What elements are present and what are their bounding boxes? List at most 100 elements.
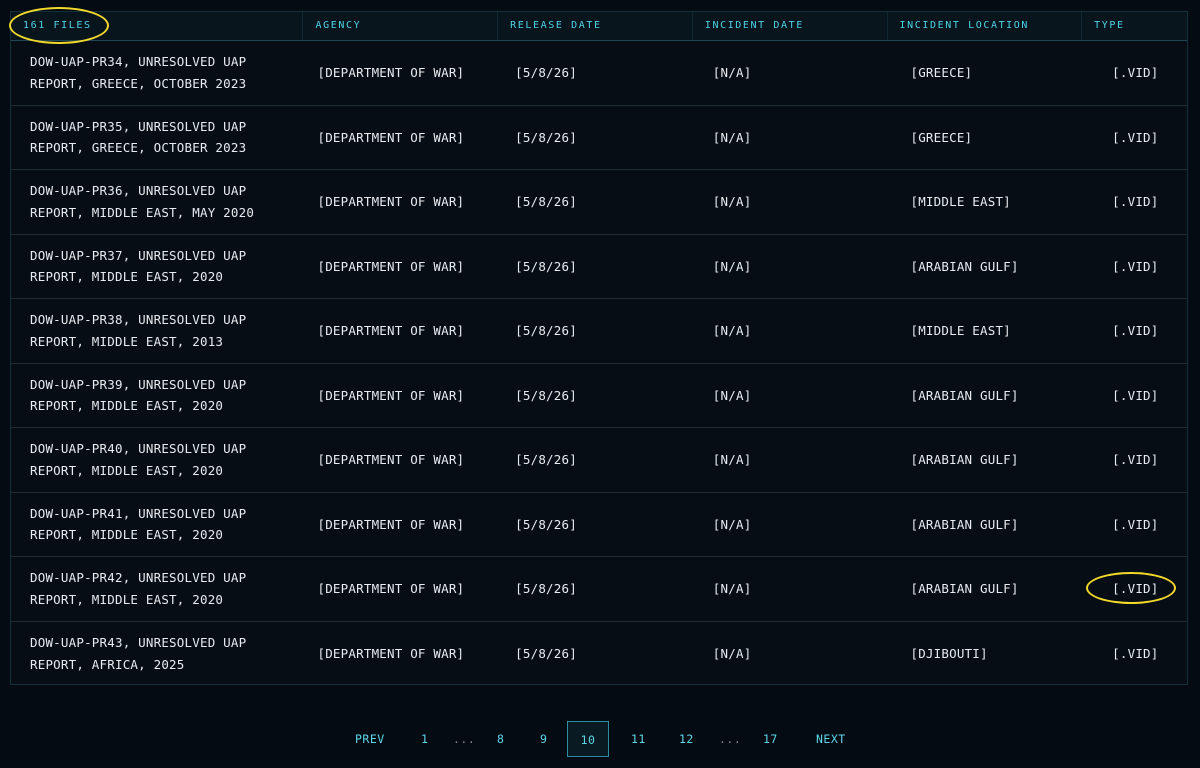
next-page-link[interactable]: NEXT xyxy=(816,721,846,757)
type-cell: [.VID] xyxy=(1112,581,1159,597)
file-title-line: REPORT, MIDDLE EAST, 2020 xyxy=(30,269,224,285)
incident-location-cell: [ARABIAN GULF] xyxy=(910,581,1019,597)
file-title[interactable]: DOW-UAP-PR39, UNRESOLVED UAP REPORT, MIDD… xyxy=(11,374,303,417)
agency-cell: [DEPARTMENT OF WAR] xyxy=(317,323,465,339)
file-title-line: REPORT, MIDDLE EAST, 2020 xyxy=(30,462,224,478)
pagination-ellipsis: ... xyxy=(453,732,476,746)
type-cell: [.VID] xyxy=(1112,516,1159,532)
page-8-link[interactable]: 8 xyxy=(497,721,504,757)
file-title[interactable]: DOW-UAP-PR35, UNRESOLVED UAP REPORT, GREE… xyxy=(11,116,303,159)
file-title-line: REPORT, MIDDLE EAST, 2020 xyxy=(30,398,224,414)
agency-cell: [DEPARTMENT OF WAR] xyxy=(317,194,465,210)
file-title[interactable]: DOW-UAP-PR42, UNRESOLVED UAP REPORT, MIDD… xyxy=(11,567,303,610)
table-row[interactable]: DOW-UAP-PR34, UNRESOLVED UAP REPORT, GREE… xyxy=(11,41,1187,106)
table-row[interactable]: DOW-UAP-PR43, UNRESOLVED UAP REPORT, AFRI… xyxy=(11,622,1187,687)
page-1-link[interactable]: 1 xyxy=(421,721,428,757)
agency-cell: [DEPARTMENT OF WAR] xyxy=(317,646,465,662)
file-title[interactable]: DOW-UAP-PR36, UNRESOLVED UAP REPORT, MIDD… xyxy=(11,180,303,223)
file-title-line: DOW-UAP-PR43, UNRESOLVED UAP xyxy=(30,635,247,651)
file-title-line: REPORT, MIDDLE EAST, 2020 xyxy=(30,591,224,607)
file-title-line: REPORT, MIDDLE EAST, 2020 xyxy=(30,527,224,543)
type-cell: [.VID] xyxy=(1112,194,1159,210)
page-17-link[interactable]: 17 xyxy=(763,721,778,757)
page-12-link[interactable]: 12 xyxy=(679,721,694,757)
file-title[interactable]: DOW-UAP-PR38, UNRESOLVED UAP REPORT, MIDD… xyxy=(11,309,303,352)
table-row[interactable]: DOW-UAP-PR39, UNRESOLVED UAP REPORT, MIDD… xyxy=(11,364,1187,428)
files-count-header: 161 FILES xyxy=(11,12,304,40)
agency-cell: [DEPARTMENT OF WAR] xyxy=(317,65,465,81)
incident-date-cell: [N/A] xyxy=(712,516,752,532)
agency-cell: [DEPARTMENT OF WAR] xyxy=(317,452,465,468)
page-9-link[interactable]: 9 xyxy=(540,721,547,757)
table-header: 161 FILES AGENCY RELEASE DATE INCIDENT D… xyxy=(11,12,1187,41)
page-11-link[interactable]: 11 xyxy=(631,721,646,757)
release-date-cell: [5/8/26] xyxy=(515,65,577,81)
agency-cell: [DEPARTMENT OF WAR] xyxy=(317,129,465,145)
incident-date-cell: [N/A] xyxy=(712,258,752,274)
incident-date-cell: [N/A] xyxy=(712,646,752,662)
agency-column-header[interactable]: AGENCY xyxy=(303,12,499,40)
agency-cell: [DEPARTMENT OF WAR] xyxy=(317,387,465,403)
table-row[interactable]: DOW-UAP-PR41, UNRESOLVED UAP REPORT, MIDD… xyxy=(11,493,1187,557)
release-date-cell: [5/8/26] xyxy=(515,516,577,532)
agency-cell: [DEPARTMENT OF WAR] xyxy=(317,581,465,597)
file-title-line: REPORT, MIDDLE EAST, 2013 xyxy=(30,333,224,349)
file-title-line: DOW-UAP-PR34, UNRESOLVED UAP xyxy=(30,54,247,70)
release-date-cell: [5/8/26] xyxy=(515,452,577,468)
table-row[interactable]: DOW-UAP-PR36, UNRESOLVED UAP REPORT, MIDD… xyxy=(11,170,1187,235)
agency-cell: [DEPARTMENT OF WAR] xyxy=(317,258,465,274)
file-title-line: DOW-UAP-PR35, UNRESOLVED UAP xyxy=(30,118,247,134)
incident-date-cell: [N/A] xyxy=(712,323,752,339)
files-table: 161 FILES AGENCY RELEASE DATE INCIDENT D… xyxy=(10,11,1188,685)
table-row[interactable]: DOW-UAP-PR42, UNRESOLVED UAP REPORT, MIDD… xyxy=(11,557,1187,622)
incident-date-cell: [N/A] xyxy=(712,387,752,403)
incident-location-cell: [ARABIAN GULF] xyxy=(910,387,1019,403)
current-page-button[interactable]: 10 xyxy=(567,721,609,757)
file-title-line: DOW-UAP-PR37, UNRESOLVED UAP xyxy=(30,247,247,263)
file-title[interactable]: DOW-UAP-PR34, UNRESOLVED UAP REPORT, GREE… xyxy=(11,51,303,94)
table-row[interactable]: DOW-UAP-PR38, UNRESOLVED UAP REPORT, MIDD… xyxy=(11,299,1187,364)
incident-location-cell: [ARABIAN GULF] xyxy=(910,452,1019,468)
type-cell: [.VID] xyxy=(1112,258,1159,274)
incident-location-cell: [ARABIAN GULF] xyxy=(910,258,1019,274)
pagination: PREV 1 ... 8 9 10 11 12 ... 17 NEXT xyxy=(0,721,1200,757)
incident-location-cell: [GREECE] xyxy=(910,129,973,145)
release-date-cell: [5/8/26] xyxy=(515,129,577,145)
type-cell: [.VID] xyxy=(1112,452,1159,468)
file-title[interactable]: DOW-UAP-PR43, UNRESOLVED UAP REPORT, AFRI… xyxy=(11,632,303,675)
file-title[interactable]: DOW-UAP-PR40, UNRESOLVED UAP REPORT, MIDD… xyxy=(11,438,303,481)
incident-location-cell: [DJIBOUTI] xyxy=(910,646,988,662)
release-date-column-header[interactable]: RELEASE DATE xyxy=(498,12,693,40)
table-row[interactable]: DOW-UAP-PR35, UNRESOLVED UAP REPORT, GREE… xyxy=(11,106,1187,170)
incident-date-cell: [N/A] xyxy=(712,129,752,145)
type-cell: [.VID] xyxy=(1112,129,1159,145)
type-cell: [.VID] xyxy=(1112,323,1159,339)
file-title[interactable]: DOW-UAP-PR37, UNRESOLVED UAP REPORT, MIDD… xyxy=(11,245,303,288)
incident-location-cell: [ARABIAN GULF] xyxy=(910,516,1019,532)
incident-location-cell: [GREECE] xyxy=(910,65,973,81)
file-title-line: DOW-UAP-PR41, UNRESOLVED UAP xyxy=(30,505,247,521)
file-title-line: DOW-UAP-PR42, UNRESOLVED UAP xyxy=(30,570,247,586)
incident-location-cell: [MIDDLE EAST] xyxy=(910,194,1011,210)
file-title-line: REPORT, MIDDLE EAST, MAY 2020 xyxy=(30,204,255,220)
file-title[interactable]: DOW-UAP-PR41, UNRESOLVED UAP REPORT, MIDD… xyxy=(11,503,303,546)
file-title-line: REPORT, GREECE, OCTOBER 2023 xyxy=(30,75,247,91)
file-title-line: REPORT, GREECE, OCTOBER 2023 xyxy=(30,140,247,156)
type-cell: [.VID] xyxy=(1112,646,1159,662)
release-date-cell: [5/8/26] xyxy=(515,323,577,339)
type-column-header[interactable]: TYPE xyxy=(1082,12,1187,40)
file-title-line: DOW-UAP-PR39, UNRESOLVED UAP xyxy=(30,376,247,392)
file-title-line: DOW-UAP-PR36, UNRESOLVED UAP xyxy=(30,183,247,199)
type-cell: [.VID] xyxy=(1112,387,1159,403)
table-row[interactable]: DOW-UAP-PR37, UNRESOLVED UAP REPORT, MIDD… xyxy=(11,235,1187,299)
release-date-cell: [5/8/26] xyxy=(515,387,577,403)
incident-date-column-header[interactable]: INCIDENT DATE xyxy=(693,12,888,40)
table-row[interactable]: DOW-UAP-PR40, UNRESOLVED UAP REPORT, MIDD… xyxy=(11,428,1187,493)
file-title-line: DOW-UAP-PR38, UNRESOLVED UAP xyxy=(30,312,247,328)
release-date-cell: [5/8/26] xyxy=(515,646,577,662)
incident-location-column-header[interactable]: INCIDENT LOCATION xyxy=(888,12,1083,40)
prev-page-link[interactable]: PREV xyxy=(355,721,385,757)
type-cell: [.VID] xyxy=(1112,65,1159,81)
incident-date-cell: [N/A] xyxy=(712,194,752,210)
release-date-cell: [5/8/26] xyxy=(515,581,577,597)
